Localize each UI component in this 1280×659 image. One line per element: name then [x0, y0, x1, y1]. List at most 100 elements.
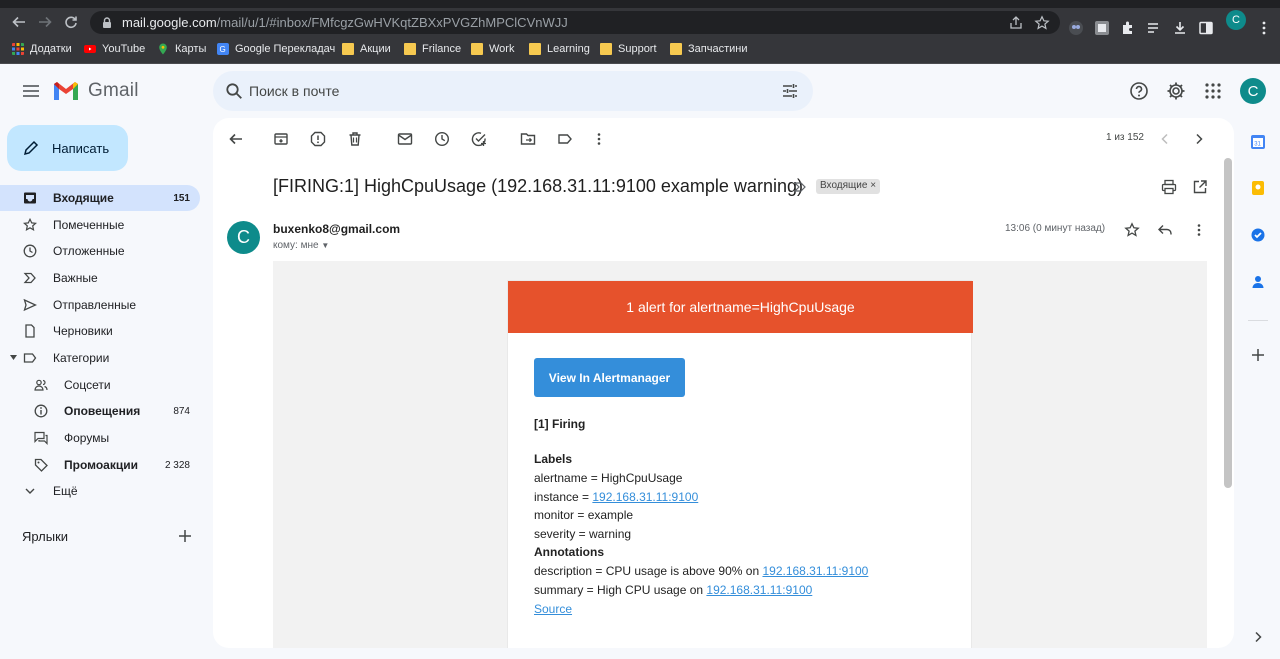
report-spam-icon[interactable] — [310, 131, 326, 147]
nav-item-promotions[interactable]: Промоакции 2 328 — [0, 452, 200, 478]
recipient-dropdown-icon[interactable]: ▼ — [321, 241, 329, 250]
message-scrollbar[interactable] — [1224, 158, 1232, 488]
compose-button[interactable]: Написать — [7, 125, 128, 171]
forward-icon[interactable] — [32, 9, 58, 35]
snooze-clock-icon[interactable] — [434, 131, 450, 147]
add-task-icon[interactable] — [471, 131, 487, 147]
search-icon[interactable] — [225, 82, 243, 100]
address-bar[interactable]: mail.google.com/mail/u/1/#inbox/FMfcgzGw… — [90, 11, 1060, 34]
more-vert-icon[interactable] — [1191, 222, 1207, 238]
nav-item-categories[interactable]: Категории — [0, 345, 200, 371]
pagination-text: 1 из 152 — [1106, 132, 1144, 143]
add-addon-icon[interactable] — [1250, 347, 1266, 363]
bookmark-folder-work[interactable]: Work — [471, 43, 514, 55]
summary-link[interactable]: 192.168.31.11:9100 — [706, 583, 812, 597]
print-icon[interactable] — [1161, 179, 1177, 195]
instance-link[interactable]: 192.168.31.11:9100 — [592, 490, 698, 504]
lock-icon — [103, 16, 111, 28]
sender-avatar[interactable]: C — [227, 221, 260, 254]
nav-item-label: Черновики — [53, 324, 113, 338]
description-link[interactable]: 192.168.31.11:9100 — [762, 564, 868, 578]
mark-unread-icon[interactable] — [397, 131, 413, 147]
nav-item-label: Форумы — [64, 431, 110, 445]
account-avatar[interactable]: C — [1240, 78, 1266, 104]
nav-item-starred[interactable]: Помеченные — [0, 212, 200, 238]
bookmarks-bar: Додатки YouTube Карты G Google Переклада… — [0, 36, 1280, 64]
reading-list-icon[interactable] — [1146, 20, 1162, 36]
contacts-icon[interactable] — [1250, 274, 1266, 290]
nav-item-count: 874 — [173, 405, 190, 417]
side-panel-icon[interactable] — [1198, 20, 1214, 36]
label-icon[interactable] — [557, 131, 573, 147]
add-label-icon[interactable] — [178, 529, 192, 543]
nav-item-label: Оповещения — [64, 404, 141, 418]
inbox-label-chip[interactable]: Входящие × — [816, 179, 881, 194]
puzzle-icon[interactable] — [1120, 20, 1136, 36]
gmail-logo-text[interactable]: Gmail — [88, 80, 139, 102]
extension-icon[interactable] — [1068, 20, 1084, 36]
download-icon[interactable] — [1172, 20, 1188, 36]
nav-item-inbox[interactable]: Входящие 151 — [0, 185, 200, 211]
reply-icon[interactable] — [1157, 222, 1173, 238]
bookmark-folder-akcii[interactable]: Акции — [342, 43, 391, 55]
sender-address[interactable]: buxenko8@gmail.com — [273, 222, 400, 236]
gmail-logo-icon[interactable] — [53, 80, 79, 102]
search-bar[interactable] — [213, 71, 813, 111]
email-body: 1 alert for alertname=HighCpuUsage View … — [273, 261, 1207, 648]
nav-item-forums[interactable]: Форумы — [0, 425, 200, 451]
search-input[interactable] — [249, 71, 749, 111]
keep-icon[interactable] — [1250, 180, 1266, 196]
search-filters-icon[interactable] — [781, 82, 799, 100]
importance-marker-icon[interactable] — [793, 180, 807, 194]
move-to-icon[interactable] — [520, 131, 536, 147]
delete-icon[interactable] — [347, 131, 363, 147]
extension-icon[interactable] — [1094, 20, 1110, 36]
newer-chevron-icon[interactable] — [1157, 131, 1173, 147]
nav-item-more[interactable]: Ещё — [0, 478, 200, 504]
nav-item-updates[interactable]: Оповещения 874 — [0, 398, 200, 424]
caret-down-icon[interactable] — [10, 355, 17, 361]
nav-item-snoozed[interactable]: Отложенные — [0, 238, 200, 264]
source-link[interactable]: Source — [534, 602, 572, 616]
bookmark-folder-learning[interactable]: Learning — [529, 43, 590, 55]
nav-item-label: Категории — [53, 351, 110, 365]
bookmark-translate[interactable]: G Google Перекладач — [217, 43, 335, 55]
folder-icon — [342, 43, 354, 55]
share-icon[interactable] — [1008, 15, 1024, 31]
nav-item-count: 151 — [173, 192, 190, 204]
menu-dots-icon[interactable] — [1256, 20, 1272, 36]
older-chevron-icon[interactable] — [1191, 131, 1207, 147]
profile-avatar[interactable]: C — [1226, 10, 1246, 30]
bookmark-folder-zapchastini[interactable]: Запчастини — [670, 43, 747, 55]
back-icon[interactable] — [6, 9, 32, 35]
nav-item-social[interactable]: Соцсети — [0, 372, 200, 398]
recipient-details[interactable]: кому: мне ▼ — [273, 240, 329, 251]
settings-gear-icon[interactable] — [1166, 81, 1186, 101]
calendar-icon[interactable]: 31 — [1250, 134, 1266, 150]
nav-item-drafts[interactable]: Черновики — [0, 318, 200, 344]
main-menu-icon[interactable] — [20, 80, 42, 102]
open-new-window-icon[interactable] — [1192, 179, 1208, 195]
bookmark-maps[interactable]: Карты — [157, 43, 206, 55]
bookmark-star-icon[interactable] — [1034, 15, 1050, 31]
reload-icon[interactable] — [58, 9, 84, 35]
expand-panel-chevron-icon[interactable] — [1250, 629, 1266, 645]
back-arrow-icon[interactable] — [228, 131, 244, 147]
apps-grid-icon[interactable] — [1203, 81, 1223, 101]
annotation-description: description = CPU usage is above 90% on … — [534, 564, 869, 578]
more-vert-icon[interactable] — [591, 131, 607, 147]
view-in-alertmanager-button[interactable]: View In Alertmanager — [534, 358, 685, 397]
nav-item-important[interactable]: Важные — [0, 265, 200, 291]
message-subject: [FIRING:1] HighCpuUsage (192.168.31.11:9… — [273, 176, 803, 196]
nav-item-sent[interactable]: Отправленные — [0, 292, 200, 318]
bookmark-folder-support[interactable]: Support — [600, 43, 657, 55]
bookmark-apps[interactable]: Додатки — [12, 43, 72, 55]
forum-icon — [34, 431, 48, 445]
help-icon[interactable] — [1129, 81, 1149, 101]
star-icon[interactable] — [1124, 222, 1140, 238]
label-alertname: alertname = HighCpuUsage — [534, 471, 683, 485]
archive-icon[interactable] — [273, 131, 289, 147]
tasks-icon[interactable] — [1250, 227, 1266, 243]
bookmark-youtube[interactable]: YouTube — [84, 43, 145, 55]
bookmark-folder-frilance[interactable]: Frilance — [404, 43, 461, 55]
